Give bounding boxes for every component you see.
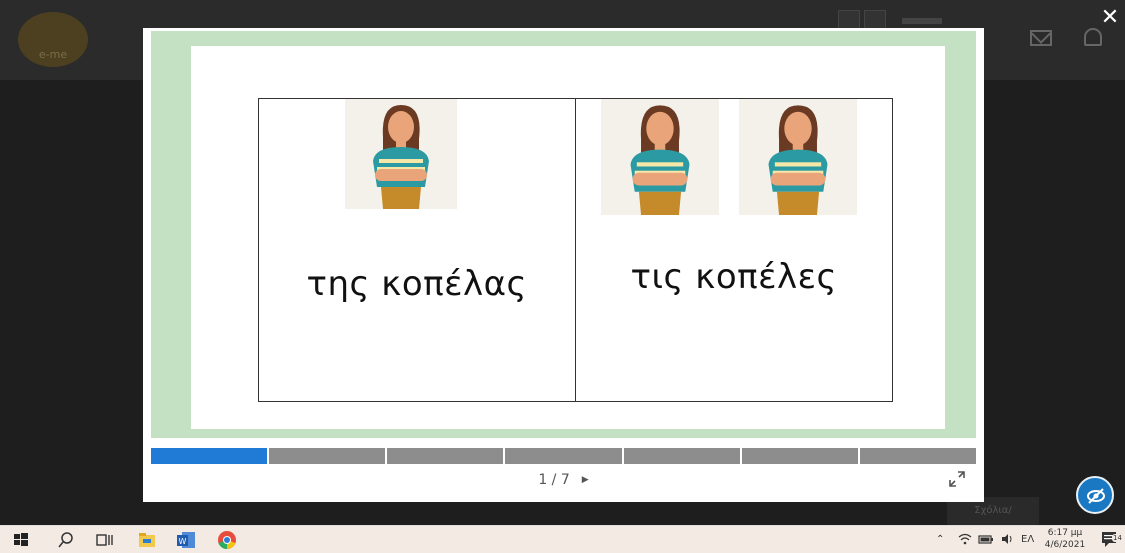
plural-cell: τις κοπέλες <box>576 99 893 401</box>
language-indicator[interactable]: ΕΛ <box>1021 526 1034 553</box>
taskbar: W ⌃ ΕΛ 6:17 μμ 4/6/2021 14 <box>0 525 1125 553</box>
singular-caption: της κοπέλας <box>306 264 527 304</box>
system-clock[interactable]: 6:17 μμ 4/6/2021 <box>1040 527 1090 551</box>
clock-date: 4/6/2021 <box>1044 540 1086 550</box>
windows-start-icon[interactable] <box>10 529 32 551</box>
expand-icon[interactable] <box>948 470 966 488</box>
progress-segment[interactable] <box>505 448 622 464</box>
close-icon[interactable]: ✕ <box>1100 7 1120 29</box>
wifi-icon[interactable] <box>958 526 972 553</box>
progress-segment[interactable] <box>623 448 740 464</box>
slide-viewer-modal: της κοπέλας τις κοπέλες 1 / 7 ▶ <box>143 28 984 502</box>
volume-icon[interactable] <box>1000 526 1014 553</box>
file-explorer-icon[interactable] <box>136 529 158 551</box>
girl-illustration <box>345 99 457 209</box>
progress-segment[interactable] <box>859 448 976 464</box>
plural-caption: τις κοπέλες <box>630 257 837 297</box>
app-logo: e-me <box>18 12 88 67</box>
clock-time: 6:17 μμ <box>1047 528 1083 538</box>
progress-segment[interactable] <box>151 448 268 464</box>
notification-icon[interactable]: 14 <box>1100 526 1123 553</box>
search-icon[interactable] <box>55 529 77 551</box>
progress-segment[interactable] <box>741 448 858 464</box>
bell-icon <box>1084 28 1102 46</box>
progress-segment[interactable] <box>269 448 386 464</box>
hide-icon[interactable] <box>1076 476 1114 514</box>
background-button <box>864 10 886 30</box>
word-icon[interactable]: W <box>175 529 197 551</box>
svg-text:W: W <box>179 537 187 546</box>
background-button <box>838 10 860 30</box>
slide-progress-bar[interactable] <box>151 448 976 464</box>
chevron-up-icon[interactable]: ⌃ <box>936 526 944 553</box>
slide: της κοπέλας τις κοπέλες <box>191 46 945 429</box>
comparison-table: της κοπέλας τις κοπέλες <box>258 98 893 402</box>
girl-illustration <box>738 99 857 215</box>
page-counter: 1 / 7 <box>538 472 570 488</box>
next-slide-icon[interactable]: ▶ <box>582 468 589 492</box>
progress-segment[interactable] <box>387 448 504 464</box>
girl-illustration <box>600 99 719 215</box>
notification-count: 14 <box>1112 534 1123 542</box>
slide-frame: της κοπέλας τις κοπέλες <box>151 31 976 438</box>
mail-icon <box>1030 30 1052 46</box>
screen: e-me ✕ Σχόλια/Υποστήριξη <box>0 0 1125 553</box>
singular-cell: της κοπέλας <box>259 99 576 401</box>
task-view-icon[interactable] <box>93 529 115 551</box>
battery-icon[interactable] <box>978 526 994 553</box>
slide-pager: 1 / 7 ▶ <box>143 468 984 492</box>
chrome-icon[interactable] <box>216 529 238 551</box>
app-logo-text: e-me <box>38 48 68 61</box>
